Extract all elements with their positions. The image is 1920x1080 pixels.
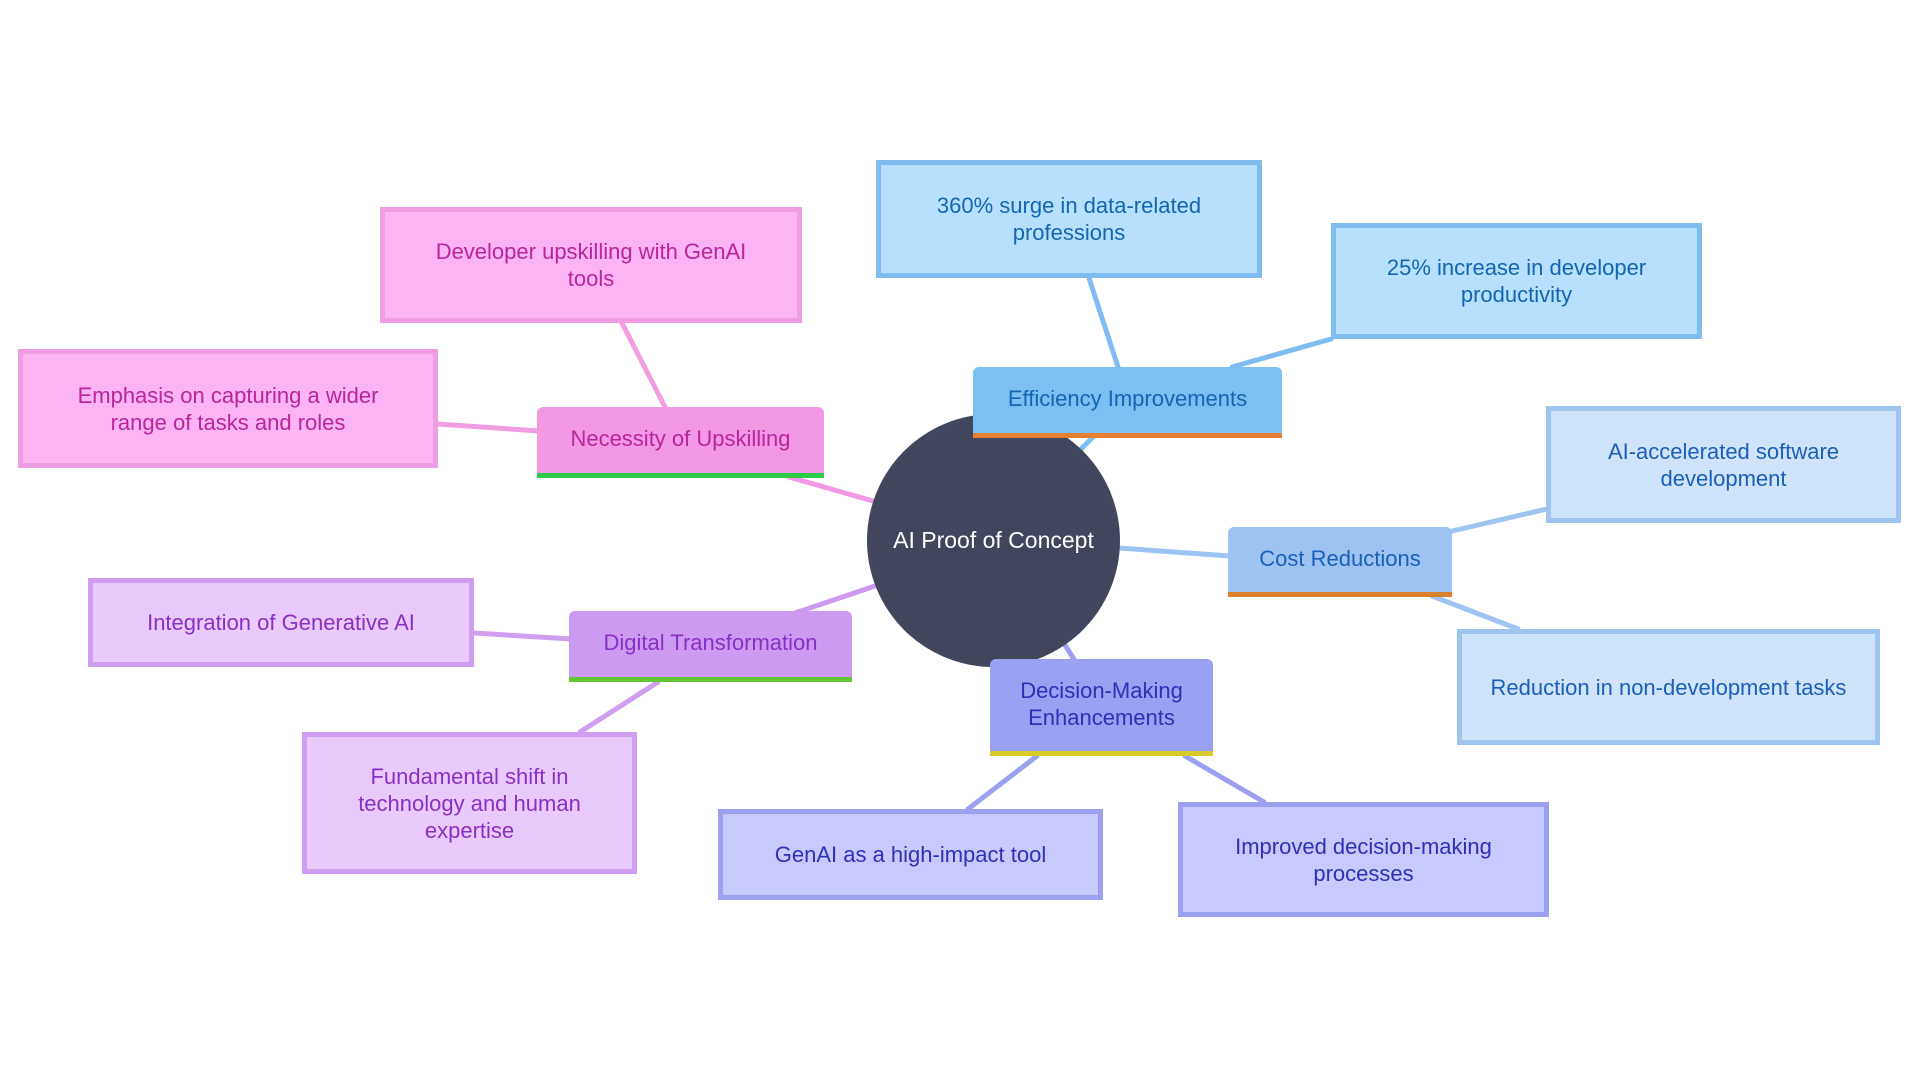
branch-decision-making[interactable]: Decision-Making Enhancements (990, 659, 1213, 756)
leaf-label: Improved decision-making processes (1235, 833, 1492, 886)
leaf-25-increase[interactable]: 25% increase in developer productivity (1331, 223, 1702, 339)
edge-upskilling-emphasis (435, 421, 542, 434)
branch-label: Decision-Making Enhancements (1020, 677, 1183, 730)
edge-root-cost (1116, 545, 1233, 559)
edge-decision-improved (1182, 753, 1267, 805)
branch-label: Efficiency Improvements (1007, 386, 1248, 411)
branch-necessity-of-upskilling[interactable]: Necessity of Upskilling (537, 407, 824, 478)
leaf-label: Fundamental shift in technology and huma… (358, 763, 581, 843)
edge-decision-genai (965, 753, 1040, 812)
branch-label: Digital Transformation (603, 630, 818, 655)
leaf-fundamental-shift[interactable]: Fundamental shift in technology and huma… (302, 732, 637, 874)
branch-efficiency-improvements[interactable]: Efficiency Improvements (973, 367, 1282, 438)
leaf-ai-accelerated[interactable]: AI-accelerated software development (1546, 406, 1901, 523)
leaf-360-surge[interactable]: 360% surge in data-related professions (876, 160, 1262, 278)
edge-root-digital (792, 583, 878, 616)
edge-digital-integration (471, 630, 574, 642)
edge-cost-ai (1445, 506, 1550, 535)
branch-label: Necessity of Upskilling (570, 426, 791, 451)
root-label: AI Proof of Concept (893, 527, 1094, 553)
leaf-label: 25% increase in developer productivity (1386, 255, 1647, 307)
leaf-improved-decision-making[interactable]: Improved decision-making processes (1178, 802, 1549, 917)
edge-efficiency-360 (1086, 275, 1121, 370)
leaf-genai-high-impact[interactable]: GenAI as a high-impact tool (718, 809, 1103, 900)
edge-root-upskilling (786, 474, 876, 504)
edge-cost-reduction (1429, 593, 1521, 632)
leaf-label: 360% surge in data-related professions (936, 193, 1202, 245)
leaf-label: Integration of Generative AI (147, 610, 415, 635)
root-node[interactable]: AI Proof of Concept (867, 414, 1120, 667)
branch-digital-transformation[interactable]: Digital Transformation (569, 611, 852, 682)
branch-cost-reductions[interactable]: Cost Reductions (1228, 527, 1452, 597)
leaf-label: Emphasis on capturing a wider range of t… (77, 382, 379, 435)
leaf-label: Reduction in non-development tasks (1490, 674, 1847, 700)
leaf-developer-upskilling[interactable]: Developer upskilling with GenAI tools (380, 207, 802, 323)
edge-upskilling-developer (619, 320, 668, 410)
leaf-integration-generative-ai[interactable]: Integration of Generative AI (88, 578, 474, 667)
edge-efficiency-25 (1229, 336, 1334, 370)
edge-digital-fundamental (577, 679, 661, 735)
leaf-label: AI-accelerated software development (1607, 438, 1840, 491)
branch-label: Cost Reductions (1259, 545, 1421, 571)
leaf-emphasis-wider-range[interactable]: Emphasis on capturing a wider range of t… (18, 349, 438, 468)
leaf-reduction-non-development[interactable]: Reduction in non-development tasks (1457, 629, 1880, 745)
leaf-label: GenAI as a high-impact tool (774, 842, 1047, 867)
leaf-label: Developer upskilling with GenAI tools (435, 239, 747, 291)
